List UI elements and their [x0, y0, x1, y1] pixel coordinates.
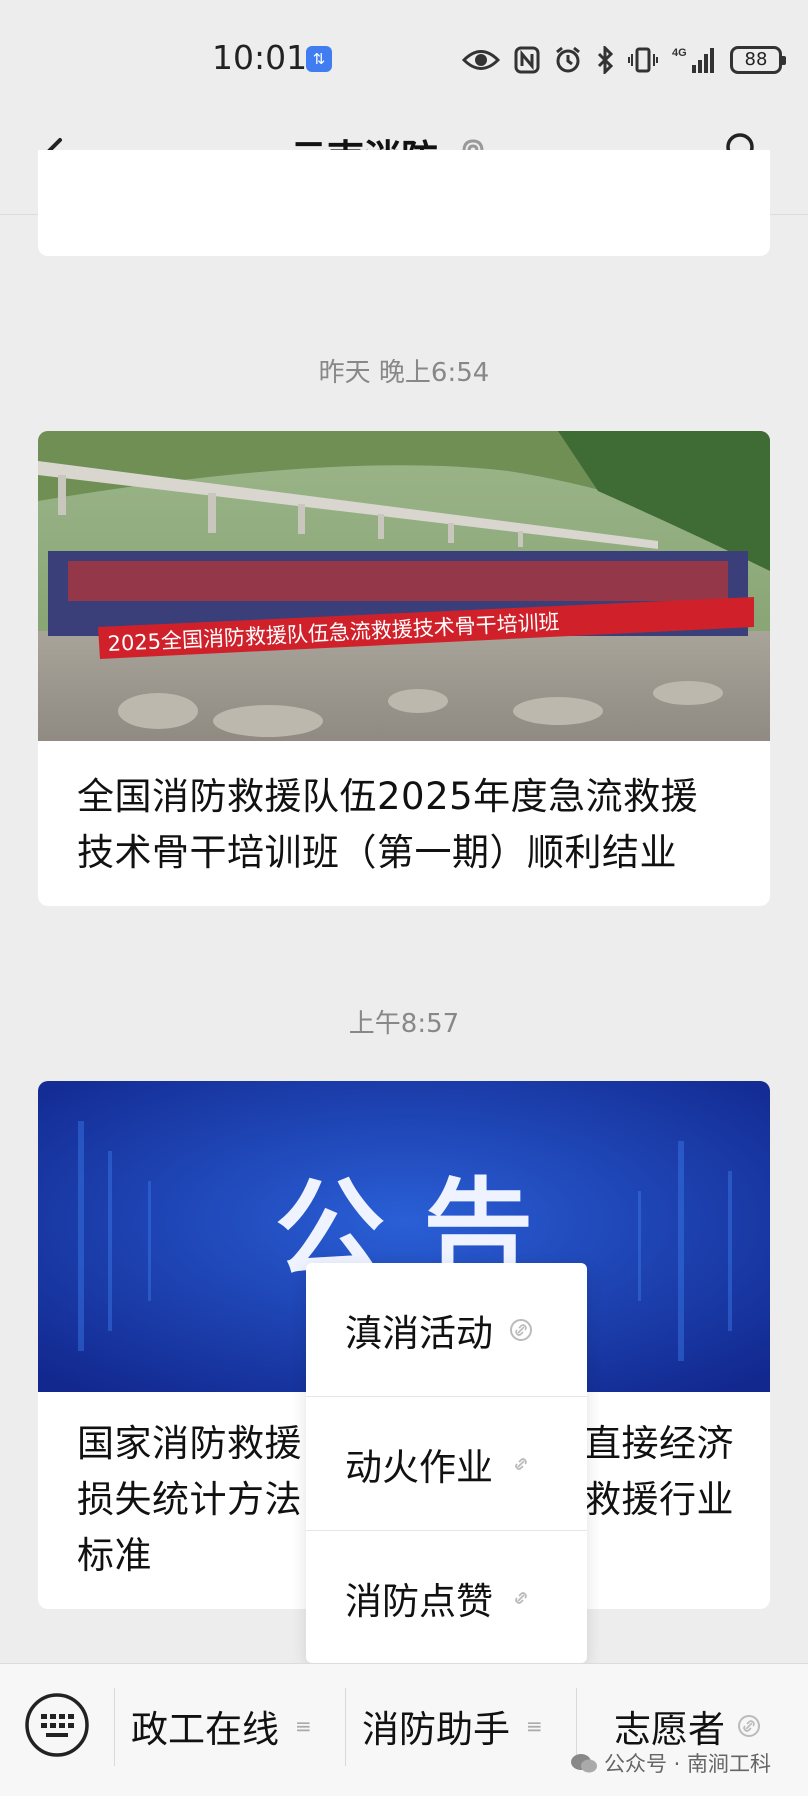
menu-lines-icon: ≡: [526, 1714, 543, 1738]
submenu-item[interactable]: 滇消活动: [306, 1263, 587, 1396]
article-card[interactable]: 2025全国消防救援队伍急流救援技术骨干培训班 全国消防救援队伍2025年度急流…: [38, 431, 770, 906]
submenu-item[interactable]: 动火作业: [306, 1397, 587, 1530]
watermark: 公众号 · 南涧工科: [570, 1748, 771, 1778]
status-icons: 4G 88: [462, 40, 786, 80]
vibrate-icon: [628, 46, 658, 74]
article-title-left: 国家消防救援 损失统计方法 标准: [77, 1422, 302, 1577]
signal-icon: 4G: [672, 45, 716, 75]
menu-lines-icon: ≡: [295, 1714, 312, 1738]
wechat-icon: [571, 1754, 597, 1773]
keyboard-icon: [25, 1693, 89, 1757]
data-transfer-icon: ⇅: [306, 46, 332, 72]
svg-text:4G: 4G: [672, 47, 687, 59]
menu-separator: [114, 1688, 115, 1766]
submenu-item[interactable]: 消防点赞: [306, 1531, 587, 1664]
battery-icon: 88: [730, 46, 786, 74]
alarm-icon: [554, 46, 582, 74]
bottom-menu-item[interactable]: 政工在线 ≡: [131, 1698, 312, 1754]
link-icon: [515, 1591, 527, 1604]
article-title: 全国消防救援队伍2025年度急流救援技术骨干培训班（第一期）顺利结业: [77, 775, 699, 874]
previous-article-card[interactable]: [38, 150, 770, 256]
article-cover-image: 2025全国消防救援队伍急流救援技术骨干培训班: [38, 431, 770, 741]
link-icon: [515, 1457, 527, 1470]
eye-icon: [462, 47, 500, 73]
keyboard-toggle-button[interactable]: [24, 1692, 90, 1758]
timestamp: 昨天 晚上6:54: [318, 358, 490, 388]
timestamp: 上午8:57: [348, 1009, 460, 1039]
bluetooth-icon: [596, 46, 614, 74]
bottom-menu-item[interactable]: 消防助手 ≡: [362, 1698, 543, 1754]
menu-separator: [345, 1688, 346, 1766]
link-icon: [738, 1715, 760, 1737]
nfc-icon: [514, 46, 540, 74]
submenu-popup: 滇消活动 动火作业 消防点赞: [306, 1263, 587, 1663]
status-time: 10:01: [212, 38, 308, 77]
battery-level: 88: [730, 46, 786, 74]
bottom-menu-item[interactable]: 志愿者: [614, 1698, 761, 1754]
link-icon: [510, 1318, 532, 1341]
